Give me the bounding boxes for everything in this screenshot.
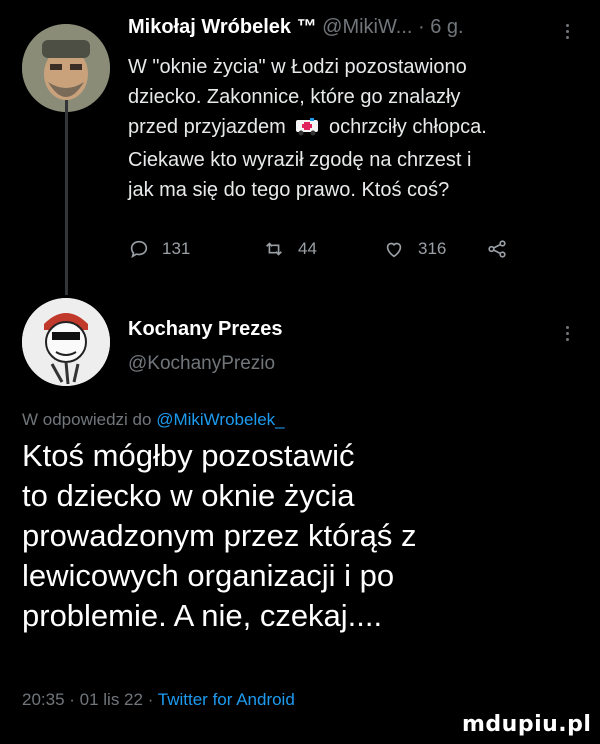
reply-icon xyxy=(130,240,148,259)
heart-icon xyxy=(386,242,402,258)
share-icon xyxy=(488,240,506,258)
like-count: 316 xyxy=(418,239,447,258)
tweet-line: prowadzonym przez którąś z xyxy=(22,518,417,553)
tweet-body: W "oknie życia" w Łodzi pozostawiono dzi… xyxy=(128,52,568,205)
tweet-time[interactable]: · 6 g. xyxy=(418,16,464,38)
tweet-line: dziecko. Zakonnice, które go znalazły xyxy=(128,86,461,108)
tweet-text-fragment: przed przyjazdem xyxy=(128,116,286,138)
like-button[interactable]: 316 xyxy=(382,238,446,260)
tweet-line: to dziecko w oknie życia xyxy=(22,478,355,513)
avatar[interactable] xyxy=(22,24,110,112)
avatar[interactable] xyxy=(22,298,110,386)
reply-count: 131 xyxy=(162,239,191,258)
tweet-line: jak ma się do tego prawo. Ktoś coś? xyxy=(128,179,450,201)
tweet-meta: 20:35 · 01 lis 22 · Twitter for Android xyxy=(22,690,295,710)
tweet-line: Ciekawe kto wyraził zgodę na chrzest i xyxy=(128,149,472,171)
retweet-icon xyxy=(266,242,282,256)
share-button[interactable] xyxy=(486,238,520,260)
tweet-line: problemie. A nie, czekaj.... xyxy=(22,598,383,633)
tweet-line: lewicowych organizacji i po xyxy=(22,558,395,593)
more-options-icon[interactable] xyxy=(566,326,569,341)
tweet-header: Mikołaj Wróbelek ™ @MikiW... · 6 g. xyxy=(128,16,464,46)
watermark: mdupiu.pl xyxy=(462,712,592,737)
tweet-line: przed przyjazdem ochrzciły chłopca. xyxy=(128,112,568,145)
tweet-client-link[interactable]: Twitter for Android xyxy=(158,690,295,709)
author-name[interactable]: Mikołaj Wróbelek xyxy=(128,16,291,38)
retweet-button[interactable]: 44 xyxy=(262,238,317,260)
author-handle[interactable]: @KochanyPrezio xyxy=(128,353,283,375)
tweet-body: Ktoś mógłby pozostawić to dziecko w okni… xyxy=(22,436,582,636)
reply-context: W odpowiedzi do @MikiWrobelek_ xyxy=(22,410,285,430)
tweet-header: Kochany Prezes @KochanyPrezio xyxy=(128,318,283,375)
more-options-icon[interactable] xyxy=(566,24,569,39)
ambulance-icon xyxy=(295,115,319,145)
tweet-timestamp[interactable]: 20:35 · 01 lis 22 · xyxy=(22,690,153,709)
tweet-text-fragment: ochrzciły chłopca. xyxy=(328,116,487,138)
tweet-line: Ktoś mógłby pozostawić xyxy=(22,438,355,473)
retweet-count: 44 xyxy=(298,239,317,258)
reply-to-link[interactable]: @MikiWrobelek_ xyxy=(156,410,284,429)
author-badge: ™ xyxy=(296,16,317,38)
reply-prefix: W odpowiedzi do xyxy=(22,410,152,429)
author-handle[interactable]: @MikiW... xyxy=(322,16,412,38)
tweet-line: W "oknie życia" w Łodzi pozostawiono xyxy=(128,56,467,78)
author-name[interactable]: Kochany Prezes xyxy=(128,318,283,341)
reply-button[interactable]: 131 xyxy=(128,238,190,260)
thread-line xyxy=(65,100,68,295)
